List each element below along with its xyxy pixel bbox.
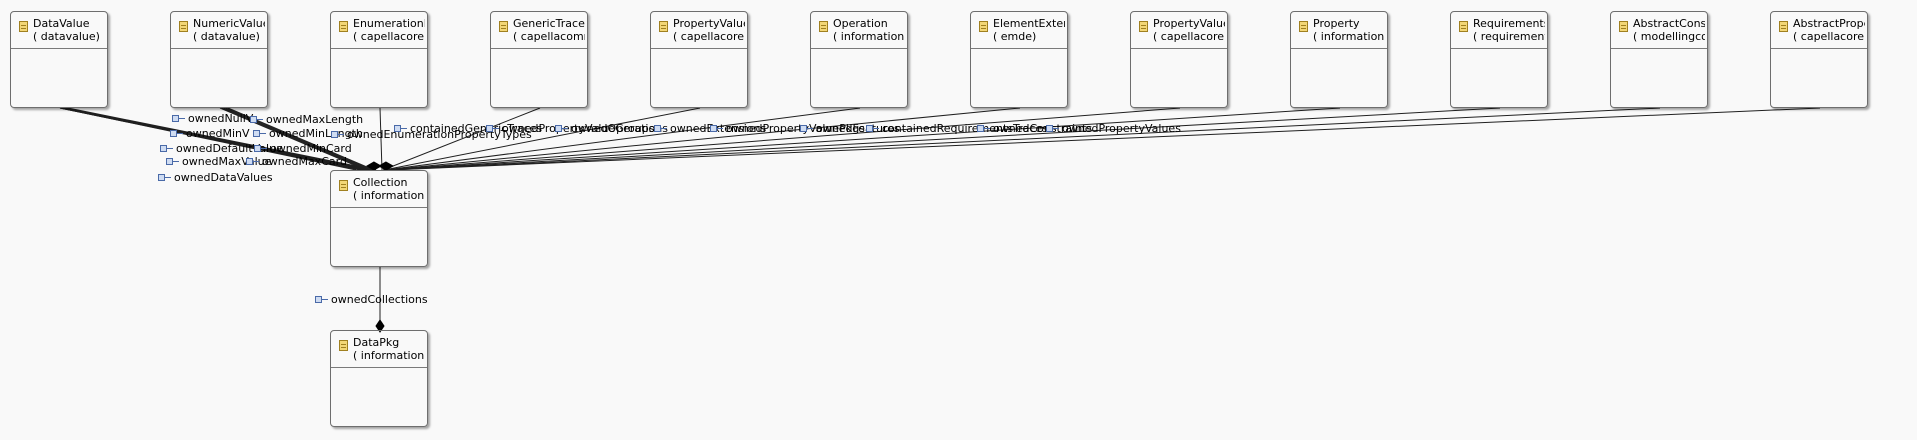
class-icon	[1459, 21, 1468, 32]
node-title: Operation	[833, 17, 888, 30]
node-title: EnumerationPropertyType	[353, 17, 425, 30]
node-package: ( information)	[1313, 30, 1385, 43]
node-package: ( information)	[833, 30, 905, 43]
edge-label-text: ownedMaxLength	[266, 113, 364, 126]
class-icon	[1299, 21, 1308, 32]
node-package: ( modellingcore)	[1633, 30, 1705, 43]
node-title: AbstractPropertyValue	[1793, 17, 1865, 30]
reference-icon	[555, 124, 568, 133]
class-node-requirementstrace[interactable]: RequirementsTrace ( requirement)	[1450, 11, 1548, 108]
edge-label-text: ownedMinV	[186, 127, 250, 140]
reference-icon	[654, 124, 667, 133]
edge-label-text: ownedPropertyValues	[1062, 122, 1181, 135]
edge-label-owneddatavalues[interactable]: ownedDataValues	[158, 172, 273, 184]
class-icon	[19, 21, 28, 32]
edge-abstractconstraint-collection[interactable]	[389, 107, 1661, 171]
reference-icon	[166, 157, 179, 166]
reference-icon	[1046, 124, 1059, 133]
reference-icon	[315, 295, 328, 304]
class-icon	[339, 180, 348, 191]
node-title: DataValue	[33, 17, 90, 30]
class-icon	[339, 21, 348, 32]
class-icon	[1139, 21, 1148, 32]
reference-icon	[253, 129, 266, 138]
edge-requirementstrace-collection[interactable]	[388, 107, 1501, 171]
class-icon	[339, 340, 348, 351]
reference-icon	[331, 130, 344, 139]
reference-icon	[158, 173, 171, 182]
node-title: AbstractConstraint	[1633, 17, 1705, 30]
edge-label-text: ownedMaxCard	[262, 155, 347, 168]
node-package: ( emde)	[993, 30, 1037, 43]
node-package: ( capellacore)	[673, 30, 745, 43]
class-node-datavalue[interactable]: DataValue ( datavalue)	[10, 11, 108, 108]
class-node-property[interactable]: Property ( information)	[1290, 11, 1388, 108]
node-package: ( information)	[353, 189, 425, 202]
edge-label-ownedmaxcard[interactable]: ownedMaxCard	[246, 156, 347, 168]
node-title: PropertyValuePkg	[1153, 17, 1225, 30]
reference-icon	[977, 124, 990, 133]
node-package: ( datavalue)	[33, 30, 100, 43]
class-icon	[979, 21, 988, 32]
reference-icon	[246, 157, 259, 166]
node-title: Collection	[353, 176, 408, 189]
reference-icon	[800, 124, 813, 133]
node-package: ( capellacommon)	[513, 30, 585, 43]
node-title: RequirementsTrace	[1473, 17, 1545, 30]
node-title: NumericValue	[193, 17, 265, 30]
edge-abstractpropertyvalue-collection[interactable]	[390, 107, 1821, 171]
node-package: ( capellacore)	[1793, 30, 1865, 43]
class-node-generictrace[interactable]: GenericTrace ( capellacommon)	[490, 11, 588, 108]
class-node-numericvalue[interactable]: NumericValue ( datavalue)	[170, 11, 268, 108]
node-package: ( requirement)	[1473, 30, 1545, 43]
reference-icon	[254, 144, 267, 153]
class-node-propertyvaluegroup[interactable]: PropertyValueGroup ( capellacore)	[650, 11, 748, 108]
reference-icon	[866, 124, 879, 133]
reference-icon	[170, 129, 183, 138]
reference-icon	[486, 124, 499, 133]
class-node-operation[interactable]: Operation ( information)	[810, 11, 908, 108]
edge-label-text: ownedCollections	[331, 293, 428, 306]
reference-icon	[160, 144, 173, 153]
edge-label-text: ownedDataValues	[174, 171, 273, 184]
diagram-canvas: DataValue ( datavalue) NumericValue ( da…	[0, 0, 1917, 440]
class-node-abstractpropertyvalue[interactable]: AbstractPropertyValue ( capellacore)	[1770, 11, 1868, 108]
reference-icon	[394, 124, 407, 133]
node-package: ( information)	[353, 349, 425, 362]
class-icon	[499, 21, 508, 32]
edge-label-ownedoperations[interactable]: ownedOperations	[555, 123, 668, 135]
class-icon	[1619, 21, 1628, 32]
class-icon	[1779, 21, 1788, 32]
class-icon	[179, 21, 188, 32]
edge-label-ownedmaxlength[interactable]: ownedMaxLength	[250, 114, 363, 126]
class-node-elementextension[interactable]: ElementExtension ( emde)	[970, 11, 1068, 108]
class-node-enumerationpropertytype[interactable]: EnumerationPropertyType ( capellacore)	[330, 11, 428, 108]
edge-label-text: ownedMinCard	[270, 142, 352, 155]
node-package: ( capellacore)	[1153, 30, 1225, 43]
class-node-datapkg[interactable]: DataPkg ( information)	[330, 330, 428, 427]
node-package: ( capellacore)	[353, 30, 425, 43]
class-node-abstractconstraint[interactable]: AbstractConstraint ( modellingcore)	[1610, 11, 1708, 108]
edge-label-ownedminvalue[interactable]: ownedMinV	[170, 128, 250, 140]
edge-label-ownedpropertyvalues[interactable]: ownedPropertyValues	[1046, 123, 1181, 135]
class-node-propertyvaluepkg[interactable]: PropertyValuePkg ( capellacore)	[1130, 11, 1228, 108]
class-node-collection[interactable]: Collection ( information)	[330, 170, 428, 267]
class-icon	[819, 21, 828, 32]
node-title: GenericTrace	[513, 17, 585, 30]
node-title: Property	[1313, 17, 1360, 30]
node-title: PropertyValueGroup	[673, 17, 745, 30]
reference-icon	[250, 115, 263, 124]
reference-icon	[172, 114, 185, 123]
edge-label-ownednullvalue[interactable]: ownedNullV	[172, 113, 253, 125]
reference-icon	[710, 124, 723, 133]
node-package: ( datavalue)	[193, 30, 260, 43]
edge-label-ownedmincard[interactable]: ownedMinCard	[254, 143, 352, 155]
edge-label-text: ownedNullV	[188, 112, 254, 125]
node-title: ElementExtension	[993, 17, 1065, 30]
edge-label-ownedcollections[interactable]: ownedCollections	[315, 294, 428, 306]
class-icon	[659, 21, 668, 32]
node-title: DataPkg	[353, 336, 400, 349]
